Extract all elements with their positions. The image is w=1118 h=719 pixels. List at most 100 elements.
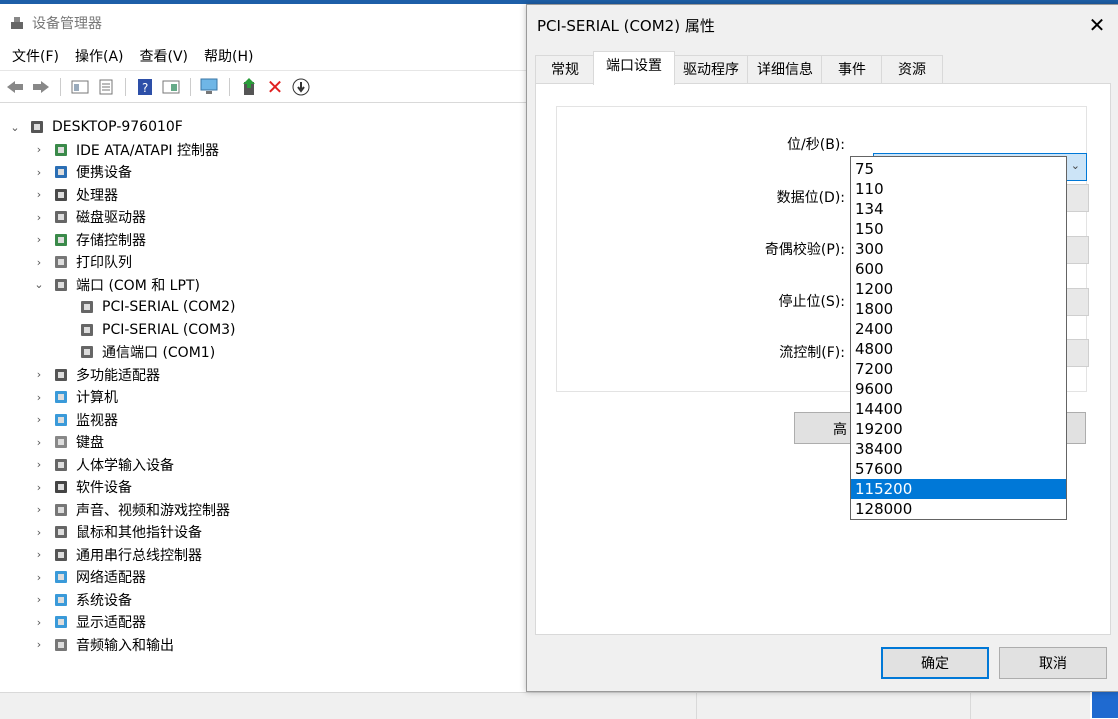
tree-category-node[interactable]: › 软件设备	[32, 476, 132, 498]
menu-help[interactable]: 帮助(H)	[196, 46, 261, 68]
help-icon[interactable]: ?	[134, 76, 156, 98]
tree-category-node[interactable]: › 显示适配器	[32, 611, 146, 633]
baud-rate-option[interactable]: 2400	[851, 319, 1066, 339]
cancel-button[interactable]: 取消	[999, 647, 1107, 679]
tree-category-node[interactable]: › 系统设备	[32, 589, 132, 611]
tree-category-node[interactable]: › 鼠标和其他指针设备	[32, 521, 202, 543]
update-view-icon[interactable]	[160, 76, 182, 98]
tree-node-label: 多功能适配器	[76, 367, 160, 384]
baud-rate-option[interactable]: 300	[851, 239, 1066, 259]
baud-rate-option[interactable]: 150	[851, 219, 1066, 239]
chevron-right-icon[interactable]: ›	[32, 143, 46, 156]
tree-category-node[interactable]: › 人体学输入设备	[32, 454, 174, 476]
show-hidden-icon[interactable]	[69, 76, 91, 98]
tree-node-label: 监视器	[76, 412, 118, 429]
tree-category-node[interactable]: › 监视器	[32, 409, 118, 431]
baud-rate-option[interactable]: 600	[851, 259, 1066, 279]
menu-file[interactable]: 文件(F)	[4, 46, 67, 68]
chevron-right-icon[interactable]: ›	[32, 593, 46, 606]
tree-category-node[interactable]: ⌄ 端口 (COM 和 LPT)	[32, 274, 200, 296]
chevron-right-icon[interactable]: ›	[32, 526, 46, 539]
tree-category-node[interactable]: › 网络适配器	[32, 566, 146, 588]
tree-node-label: 系统设备	[76, 592, 132, 609]
baud-rate-option[interactable]: 128000	[851, 499, 1066, 519]
tree-category-node[interactable]: › 计算机	[32, 386, 118, 408]
baud-rate-option[interactable]: 115200	[851, 479, 1066, 499]
baud-rate-option[interactable]: 1800	[851, 299, 1066, 319]
baud-rate-option[interactable]: 75	[851, 159, 1066, 179]
ok-button[interactable]: 确定	[881, 647, 989, 679]
baud-rate-option[interactable]: 7200	[851, 359, 1066, 379]
baud-rate-option[interactable]: 134	[851, 199, 1066, 219]
forward-icon[interactable]	[30, 76, 52, 98]
chevron-right-icon[interactable]: ›	[32, 548, 46, 561]
chevron-right-icon[interactable]: ›	[32, 481, 46, 494]
tab-resources[interactable]: 资源	[881, 55, 943, 84]
disable-icon[interactable]	[290, 76, 312, 98]
chevron-right-icon[interactable]: ›	[32, 233, 46, 246]
baud-rate-option[interactable]: 4800	[851, 339, 1066, 359]
back-icon[interactable]	[4, 76, 26, 98]
tree-category-node[interactable]: › 便携设备	[32, 161, 132, 183]
tab-events[interactable]: 事件	[821, 55, 883, 84]
tab-port-settings[interactable]: 端口设置	[593, 51, 675, 85]
tab-details[interactable]: 详细信息	[747, 55, 823, 84]
chevron-right-icon[interactable]: ›	[32, 458, 46, 471]
chevron-right-icon[interactable]: ›	[32, 503, 46, 516]
audio-icon	[52, 637, 70, 653]
tree-category-node[interactable]: › 存储控制器	[32, 229, 146, 251]
monitor-icon	[52, 412, 70, 428]
tree-category-node[interactable]: › 打印队列	[32, 251, 132, 273]
chevron-down-icon[interactable]: ⌄	[32, 278, 46, 291]
tree-category-node[interactable]: › IDE ATA/ATAPI 控制器	[32, 139, 219, 161]
close-icon[interactable]: ✕	[1083, 11, 1111, 39]
chevron-right-icon[interactable]: ›	[32, 571, 46, 584]
baud-rate-option[interactable]: 1200	[851, 279, 1066, 299]
chevron-right-icon[interactable]: ›	[32, 256, 46, 269]
chevron-right-icon[interactable]: ›	[32, 391, 46, 404]
menu-view[interactable]: 查看(V)	[132, 46, 197, 68]
processor-icon	[52, 187, 70, 203]
baud-label-wrap: 位/秒(B):	[557, 134, 845, 154]
tree-category-node[interactable]: › 多功能适配器	[32, 364, 160, 386]
uninstall-icon[interactable]: ✕	[264, 75, 286, 99]
chevron-right-icon[interactable]: ›	[32, 368, 46, 381]
tree-device-node[interactable]: 通信端口 (COM1)	[78, 341, 215, 363]
data-bits-label-wrap: 数据位(D):	[557, 187, 845, 207]
tree-device-node[interactable]: PCI-SERIAL (COM3)	[78, 319, 236, 341]
chevron-right-icon[interactable]: ›	[32, 616, 46, 629]
tree-category-node[interactable]: › 通用串行总线控制器	[32, 544, 202, 566]
baud-rate-option[interactable]: 19200	[851, 419, 1066, 439]
add-driver-icon[interactable]	[238, 76, 260, 98]
tree-root-node[interactable]: ⌄ DESKTOP-976010F	[8, 116, 182, 138]
chevron-right-icon[interactable]: ›	[32, 211, 46, 224]
chevron-right-icon[interactable]: ›	[32, 166, 46, 179]
properties-icon[interactable]	[95, 76, 117, 98]
tab-general[interactable]: 常规	[535, 55, 595, 84]
tab-driver[interactable]: 驱动程序	[673, 55, 749, 84]
tree-category-node[interactable]: › 处理器	[32, 184, 118, 206]
tree-node-label: 通信端口 (COM1)	[102, 345, 216, 361]
monitor-scan-icon[interactable]	[199, 76, 221, 98]
window-title: 设备管理器	[32, 16, 102, 32]
chevron-right-icon[interactable]: ›	[32, 413, 46, 426]
tree-category-node[interactable]: › 磁盘驱动器	[32, 206, 146, 228]
tree-category-node[interactable]: › 声音、视频和游戏控制器	[32, 499, 230, 521]
tree-device-node[interactable]: PCI-SERIAL (COM2)	[78, 296, 236, 318]
system-device-icon	[52, 592, 70, 608]
chevron-right-icon[interactable]: ›	[32, 188, 46, 201]
baud-rate-option[interactable]: 38400	[851, 439, 1066, 459]
data-bits-label: 数据位(D):	[776, 190, 845, 206]
tree-category-node[interactable]: › 键盘	[32, 431, 104, 453]
chevron-down-icon[interactable]: ⌄	[8, 121, 22, 134]
tree-category-node[interactable]: › 音频输入和输出	[32, 634, 174, 656]
menu-action[interactable]: 操作(A)	[67, 46, 132, 68]
baud-rate-option[interactable]: 57600	[851, 459, 1066, 479]
chevron-right-icon[interactable]: ›	[32, 436, 46, 449]
chevron-right-icon[interactable]: ›	[32, 638, 46, 651]
menu-bar: 文件(F) 操作(A) 查看(V) 帮助(H)	[4, 46, 261, 68]
software-device-icon	[52, 479, 70, 495]
baud-rate-option[interactable]: 14400	[851, 399, 1066, 419]
baud-rate-option[interactable]: 9600	[851, 379, 1066, 399]
baud-rate-option[interactable]: 110	[851, 179, 1066, 199]
